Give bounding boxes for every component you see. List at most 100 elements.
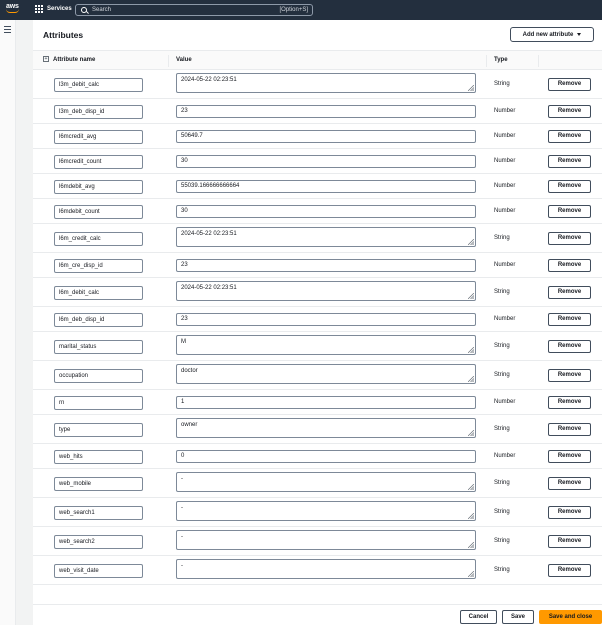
attribute-type-label: String — [494, 509, 510, 515]
attribute-type-label: Number — [494, 453, 516, 459]
attribute-name-input[interactable]: l3m_debit_calc — [54, 78, 143, 92]
attribute-name-input[interactable]: l6mdebit_count — [54, 205, 143, 219]
column-divider — [168, 55, 169, 67]
attribute-value-input[interactable]: 55039.166666666664 — [176, 180, 476, 193]
attribute-value-textarea[interactable]: M — [176, 335, 476, 355]
attribute-type-label: String — [494, 343, 510, 349]
table-row: occupation doctor String Remove — [33, 361, 602, 390]
resize-handle-icon[interactable] — [468, 376, 474, 382]
attribute-value-input[interactable]: 0 — [176, 450, 476, 463]
attribute-name-input[interactable]: l6mdebit_avg — [54, 180, 143, 194]
attribute-value-textarea[interactable]: owner — [176, 418, 476, 438]
attribute-value-textarea[interactable]: - — [176, 501, 476, 521]
attribute-value-textarea[interactable]: 2024-05-22 02:23:51 — [176, 227, 476, 247]
table-row: l3m_deb_disp_id 23 Number Remove — [33, 99, 602, 124]
attribute-value-input[interactable]: 1 — [176, 396, 476, 409]
remove-attribute-button[interactable]: Remove — [548, 450, 591, 463]
remove-attribute-button[interactable]: Remove — [548, 180, 591, 193]
attribute-type-label: Number — [494, 133, 516, 139]
table-header: + Attribute name Value Type — [33, 50, 602, 70]
remove-attribute-button[interactable]: Remove — [548, 313, 591, 326]
remove-attribute-button[interactable]: Remove — [548, 477, 591, 490]
hamburger-menu-icon[interactable] — [4, 26, 11, 35]
add-new-attribute-button[interactable]: Add new attribute — [510, 27, 594, 42]
add-new-attribute-label: Add new attribute — [522, 31, 574, 38]
attribute-value-textarea[interactable]: - — [176, 530, 476, 550]
attribute-name-input[interactable]: web_visit_date — [54, 564, 143, 578]
attribute-value-text: - — [181, 476, 183, 482]
attribute-name-input[interactable]: l6m_cre_disp_id — [54, 259, 143, 273]
remove-attribute-button[interactable]: Remove — [548, 286, 591, 299]
attribute-name-input[interactable]: web_hits — [54, 450, 143, 464]
remove-attribute-button[interactable]: Remove — [548, 105, 591, 118]
remove-attribute-button[interactable]: Remove — [548, 130, 591, 143]
attribute-value-input[interactable]: 50649.7 — [176, 130, 476, 143]
aws-logo-text: aws — [6, 3, 19, 10]
remove-attribute-button[interactable]: Remove — [548, 506, 591, 519]
caret-down-icon — [577, 33, 582, 36]
cancel-button[interactable]: Cancel — [460, 610, 497, 624]
resize-handle-icon[interactable] — [468, 484, 474, 490]
attribute-value-input[interactable]: 30 — [176, 205, 476, 218]
attribute-name-input[interactable]: occupation — [54, 369, 143, 383]
attribute-type-label: String — [494, 81, 510, 87]
aws-logo[interactable]: aws — [6, 3, 22, 17]
remove-attribute-button[interactable]: Remove — [548, 423, 591, 436]
attribute-name-input[interactable]: l6m_debit_calc — [54, 286, 143, 300]
table-row: l6mdebit_count 30 Number Remove — [33, 199, 602, 224]
attribute-type-label: Number — [494, 208, 516, 214]
remove-attribute-button[interactable]: Remove — [548, 232, 591, 245]
search-input[interactable]: Search [Option+S] — [75, 4, 313, 16]
expand-collapse-icon[interactable]: + — [43, 56, 49, 62]
attribute-value-textarea[interactable]: doctor — [176, 364, 476, 384]
remove-attribute-button[interactable]: Remove — [548, 155, 591, 168]
attribute-name-input[interactable]: type — [54, 423, 143, 437]
attribute-name-input[interactable]: web_search2 — [54, 535, 143, 549]
attribute-name-input[interactable]: marital_status — [54, 340, 143, 354]
remove-attribute-button[interactable]: Remove — [548, 564, 591, 577]
resize-handle-icon[interactable] — [468, 542, 474, 548]
attribute-value-input[interactable]: 23 — [176, 105, 476, 118]
resize-handle-icon[interactable] — [468, 347, 474, 353]
attribute-value-text: - — [181, 505, 183, 511]
attribute-name-input[interactable]: l3m_deb_disp_id — [54, 105, 143, 119]
remove-attribute-button[interactable]: Remove — [548, 396, 591, 409]
attribute-value-textarea[interactable]: - — [176, 559, 476, 579]
attribute-value-input[interactable]: 23 — [176, 259, 476, 272]
remove-attribute-button[interactable]: Remove — [548, 78, 591, 91]
grid-icon — [35, 5, 43, 13]
table-row: web_mobile - String Remove — [33, 469, 602, 498]
attribute-name-input[interactable]: l6mcredit_count — [54, 155, 143, 169]
attribute-value-textarea[interactable]: 2024-05-22 02:23:51 — [176, 281, 476, 301]
resize-handle-icon[interactable] — [468, 571, 474, 577]
remove-attribute-button[interactable]: Remove — [548, 205, 591, 218]
remove-attribute-button[interactable]: Remove — [548, 259, 591, 272]
search-placeholder: Search — [92, 7, 112, 13]
search-shortcut-hint: [Option+S] — [279, 7, 308, 13]
attribute-name-input[interactable]: web_mobile — [54, 477, 143, 491]
remove-attribute-button[interactable]: Remove — [548, 535, 591, 548]
resize-handle-icon[interactable] — [468, 85, 474, 91]
attribute-value-input[interactable]: 30 — [176, 155, 476, 168]
remove-attribute-button[interactable]: Remove — [548, 369, 591, 382]
save-button[interactable]: Save — [502, 610, 534, 624]
resize-handle-icon[interactable] — [468, 293, 474, 299]
attribute-name-input[interactable]: l6m_credit_calc — [54, 232, 143, 246]
remove-attribute-button[interactable]: Remove — [548, 340, 591, 353]
attribute-type-label: String — [494, 538, 510, 544]
attribute-value-textarea[interactable]: 2024-05-22 02:23:51 — [176, 73, 476, 93]
services-menu-button[interactable]: Services — [35, 5, 72, 13]
attribute-name-input[interactable]: web_search1 — [54, 506, 143, 520]
attribute-name-input[interactable]: l6m_deb_disp_id — [54, 313, 143, 327]
attribute-type-label: Number — [494, 158, 516, 164]
resize-handle-icon[interactable] — [468, 513, 474, 519]
services-label: Services — [47, 6, 72, 12]
attribute-value-textarea[interactable]: - — [176, 472, 476, 492]
attribute-value-input[interactable]: 23 — [176, 313, 476, 326]
attribute-name-input[interactable]: rn — [54, 396, 143, 410]
save-and-close-button[interactable]: Save and close — [539, 610, 602, 624]
resize-handle-icon[interactable] — [468, 430, 474, 436]
resize-handle-icon[interactable] — [468, 239, 474, 245]
table-row: l3m_debit_calc 2024-05-22 02:23:51 String R… — [33, 70, 602, 99]
attribute-name-input[interactable]: l6mcredit_avg — [54, 130, 143, 144]
